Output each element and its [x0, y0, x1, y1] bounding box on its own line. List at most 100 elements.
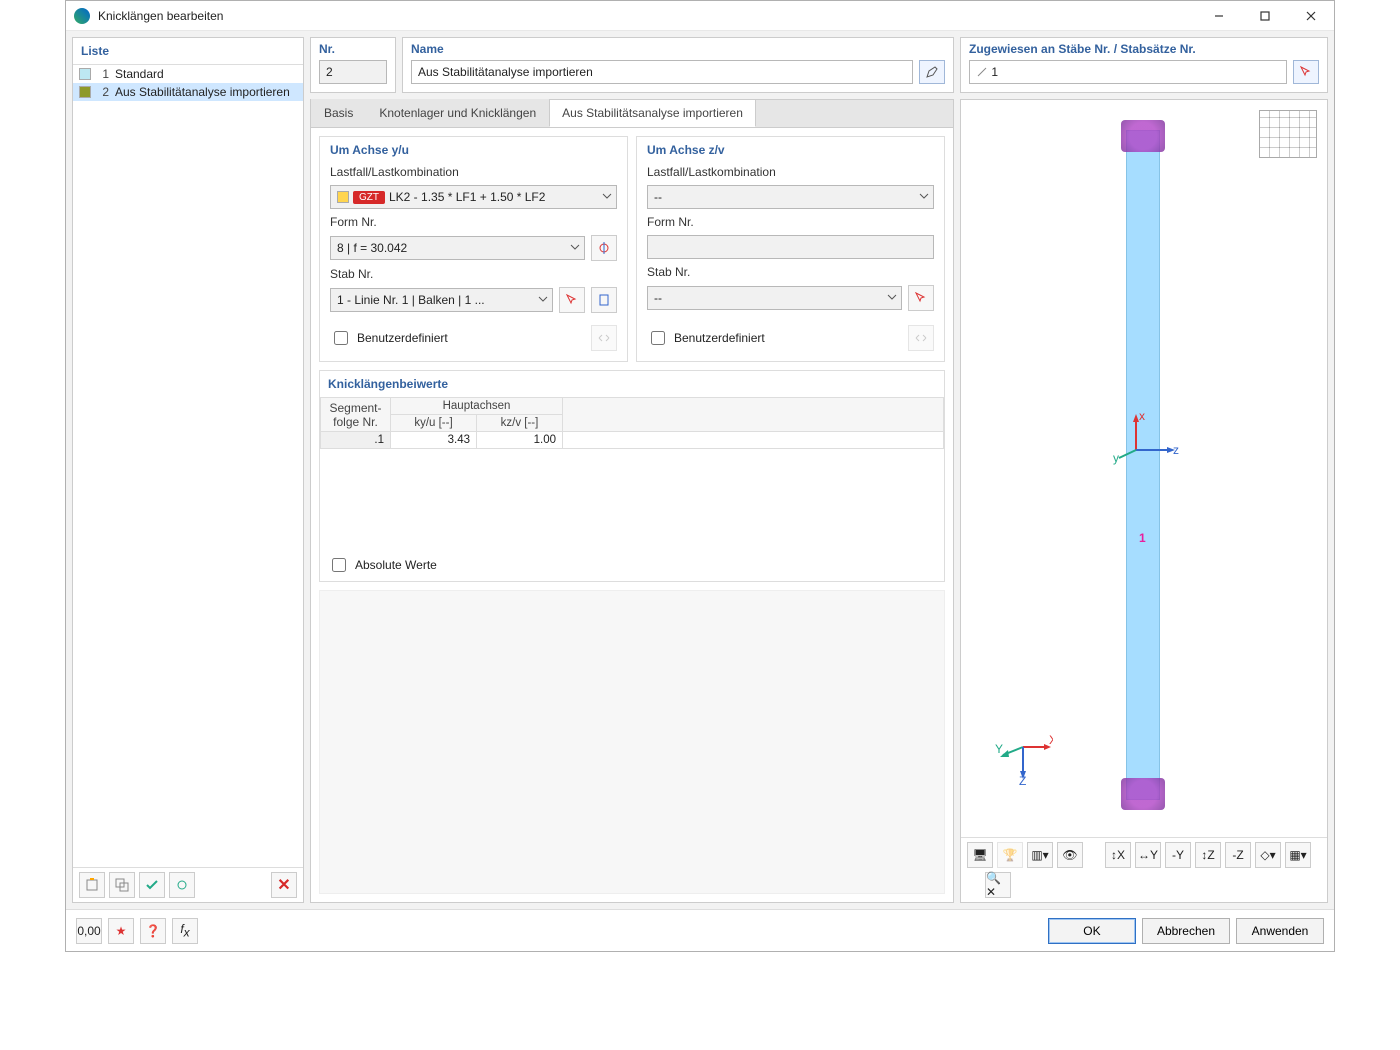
preview-toolbar: 🖥 🏆 ▥▾ 👁 ↕X ↔Y -Y ↕Z -Z ◇▾ ▦▾ 🔍✕	[961, 837, 1327, 902]
check-apply-button[interactable]	[139, 872, 165, 898]
app-icon	[74, 8, 90, 24]
support-bottom	[1121, 778, 1165, 810]
axis-z-panel: Um Achse z/v Lastfall/Lastkombination --…	[636, 136, 945, 362]
sidebar-header: Liste	[73, 38, 303, 64]
col-kz: kz/v [--]	[477, 415, 563, 432]
titlebar: Knicklängen bearbeiten	[66, 1, 1334, 31]
userdef-check-y[interactable]: Benutzerdefiniert	[330, 328, 448, 348]
form-label-y: Form Nr.	[330, 215, 617, 229]
color-swatch	[79, 86, 91, 98]
lc-combo-y[interactable]: GZT LK2 - 1.35 * LF1 + 1.50 * LF2	[330, 185, 617, 209]
script-button[interactable]: fx	[172, 918, 198, 944]
minimize-button[interactable]	[1196, 1, 1242, 31]
view-iso-button[interactable]: ◇▾	[1255, 842, 1281, 868]
pick-stab-button-z[interactable]	[908, 285, 934, 311]
stab-info-button-y[interactable]	[591, 287, 617, 313]
form-combo-y[interactable]: 8 | f = 30.042	[330, 236, 585, 260]
form-field-z	[647, 235, 934, 259]
list-item-label: Standard	[115, 67, 164, 81]
window-title: Knicklängen bearbeiten	[98, 9, 1196, 23]
list-item-label: Aus Stabilitätanalyse importieren	[115, 85, 290, 99]
list-item-index: 1	[97, 67, 109, 81]
view-z-button[interactable]: ↕Z	[1195, 842, 1221, 868]
svg-text:z: z	[1173, 443, 1179, 457]
nr-label: Nr.	[319, 42, 387, 56]
apply-button[interactable]: Anwenden	[1236, 918, 1324, 944]
table-row[interactable]: .1 3.43 1.00	[321, 432, 944, 449]
userdef-check-z[interactable]: Benutzerdefiniert	[647, 328, 765, 348]
view-trophy-button: 🏆	[997, 842, 1023, 868]
copy-button[interactable]	[109, 872, 135, 898]
assigned-field[interactable]: 1	[969, 60, 1287, 84]
coeff-panel: Knicklängenbeiwerte Segment- folge Nr. H…	[319, 370, 945, 582]
view-color-button[interactable]: ▥▾	[1027, 842, 1053, 868]
sync-button[interactable]	[169, 872, 195, 898]
list-sidebar: Liste 1 Standard 2 Aus Stabilitätanalyse…	[72, 37, 304, 903]
absolute-values-check[interactable]: Absolute Werte	[320, 549, 944, 581]
svg-text:X: X	[1049, 733, 1053, 747]
expand-button-z	[908, 325, 934, 351]
svg-text:Y: Y	[995, 742, 1003, 756]
preview-canvas[interactable]: x z y X Y Z	[961, 100, 1327, 837]
name-field[interactable]: Aus Stabilitätanalyse importieren	[411, 60, 913, 84]
new-button[interactable]	[79, 872, 105, 898]
list-item[interactable]: 2 Aus Stabilitätanalyse importieren	[73, 83, 303, 101]
view-negy-button[interactable]: -Y	[1165, 842, 1191, 868]
svg-text:x: x	[1139, 410, 1145, 423]
nr-field[interactable]: 2	[319, 60, 387, 84]
assigned-cell: Zugewiesen an Stäbe Nr. / Stabsätze Nr. …	[960, 37, 1328, 93]
stab-label-z: Stab Nr.	[647, 265, 934, 279]
pick-members-button[interactable]	[1293, 60, 1319, 84]
units-button[interactable]: 0,00	[76, 918, 102, 944]
view-negz-button[interactable]: -Z	[1225, 842, 1251, 868]
pick-stab-button-y[interactable]	[559, 287, 585, 313]
chevron-down-icon	[919, 190, 929, 204]
name-cell: Name Aus Stabilitätanalyse importieren	[402, 37, 954, 93]
col-segment: Segment- folge Nr.	[321, 398, 391, 432]
axis-z-title: Um Achse z/v	[647, 143, 934, 157]
empty-spacing	[319, 590, 945, 894]
stab-label-y: Stab Nr.	[330, 267, 617, 281]
view-cube[interactable]	[1259, 110, 1317, 158]
main-column: Nr. 2 Name Aus Stabilitätanalyse importi…	[310, 37, 1328, 903]
maximize-button[interactable]	[1242, 1, 1288, 31]
view-y-button[interactable]: ↔Y	[1135, 842, 1161, 868]
support-top	[1121, 120, 1165, 152]
svg-text:Z: Z	[1019, 774, 1026, 787]
view-cube-button[interactable]: ▦▾	[1285, 842, 1311, 868]
axis-y-panel: Um Achse y/u Lastfall/Lastkombination GZ…	[319, 136, 628, 362]
chevron-down-icon	[887, 291, 897, 305]
form-label-z: Form Nr.	[647, 215, 934, 229]
cancel-button[interactable]: Abbrechen	[1142, 918, 1230, 944]
view-eye-button[interactable]: 👁	[1057, 842, 1083, 868]
edit-name-button[interactable]	[919, 60, 945, 84]
nr-cell: Nr. 2	[310, 37, 396, 93]
tab-basis[interactable]: Basis	[311, 99, 366, 127]
header-row: Nr. 2 Name Aus Stabilitätanalyse importi…	[310, 37, 1328, 93]
content-area: Liste 1 Standard 2 Aus Stabilitätanalyse…	[66, 31, 1334, 909]
tab-import-stability[interactable]: Aus Stabilitätsanalyse importieren	[549, 99, 756, 127]
view-form-button[interactable]	[591, 235, 617, 261]
stab-combo-y[interactable]: 1 - Linie Nr. 1 | Balken | 1 ...	[330, 288, 553, 312]
delete-button[interactable]: ✕	[271, 872, 297, 898]
ok-button[interactable]: OK	[1048, 918, 1136, 944]
coeff-title: Knicklängenbeiwerte	[320, 371, 944, 397]
view-x-button[interactable]: ↕X	[1105, 842, 1131, 868]
view-reset-button[interactable]: 🔍✕	[985, 872, 1011, 898]
effective-length-list[interactable]: 1 Standard 2 Aus Stabilitätanalyse impor…	[73, 65, 303, 867]
lc-combo-z[interactable]: --	[647, 185, 934, 209]
assigned-label: Zugewiesen an Stäbe Nr. / Stabsätze Nr.	[969, 42, 1319, 56]
svg-text:y: y	[1113, 451, 1119, 465]
col-group: Hauptachsen	[391, 398, 563, 415]
help-button[interactable]: ❓	[140, 918, 166, 944]
chevron-down-icon	[538, 293, 548, 307]
tab-supports[interactable]: Knotenlager und Knicklängen	[366, 99, 549, 127]
stab-combo-z[interactable]: --	[647, 286, 902, 310]
favorite-button[interactable]: ★	[108, 918, 134, 944]
chevron-down-icon	[602, 190, 612, 204]
view-display-button[interactable]: 🖥	[967, 842, 993, 868]
coeff-table[interactable]: Segment- folge Nr. Hauptachsen ky/u [--]	[320, 397, 944, 449]
member-icon	[976, 66, 988, 78]
list-item[interactable]: 1 Standard	[73, 65, 303, 83]
close-button[interactable]	[1288, 1, 1334, 31]
